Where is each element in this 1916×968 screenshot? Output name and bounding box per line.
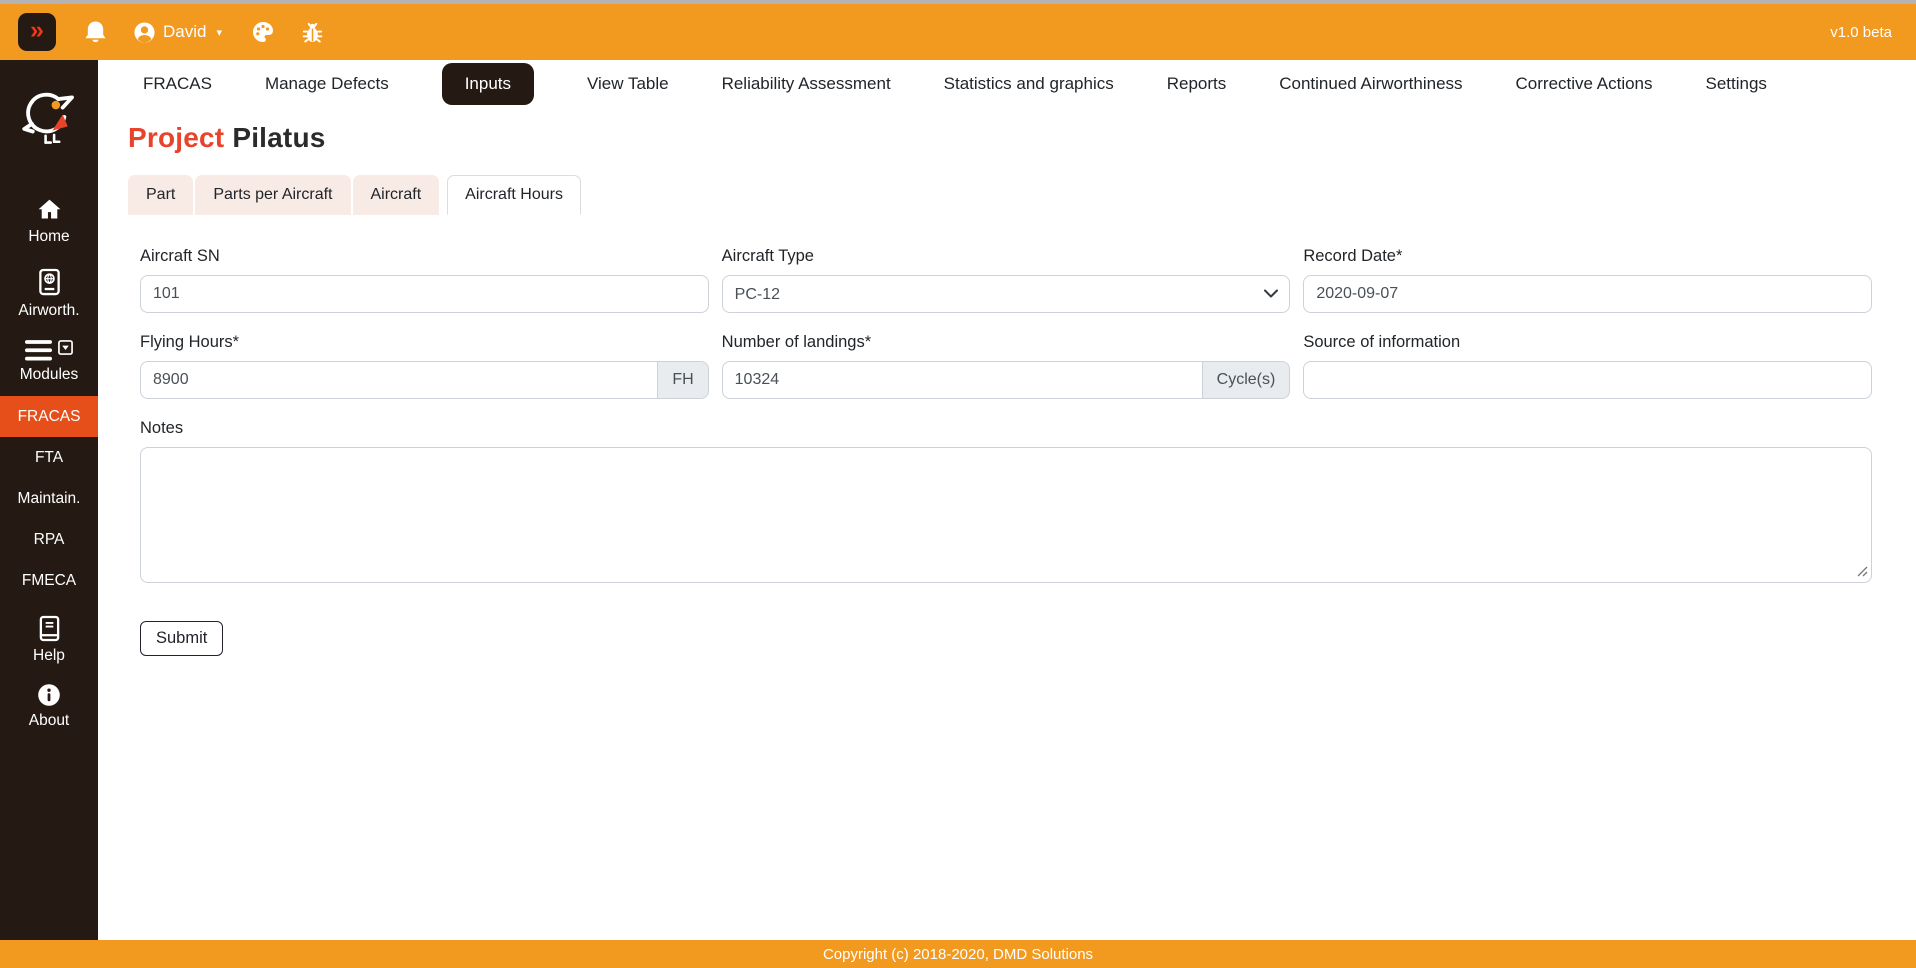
landings-label: Number of landings* xyxy=(722,333,1291,352)
source-label: Source of information xyxy=(1303,333,1872,352)
module-nav: FRACAS Manage Defects Inputs View Table … xyxy=(143,60,1767,108)
flying-hours-label: Flying Hours* xyxy=(140,333,709,352)
record-date-field: Record Date* xyxy=(1303,247,1872,313)
theme-button[interactable] xyxy=(251,20,275,44)
sidebar-item-label: Home xyxy=(28,228,69,246)
bug-report-button[interactable] xyxy=(300,20,325,45)
aircraft-type-field: Aircraft Type PC-12 xyxy=(722,247,1291,313)
nav-item-continued-airworthiness[interactable]: Continued Airworthiness xyxy=(1279,74,1462,94)
collapse-box-icon xyxy=(58,340,73,355)
modules-list: FRACAS FTA Maintain. RPA FMECA xyxy=(0,396,98,601)
passport-icon xyxy=(37,268,62,297)
flying-hours-input[interactable] xyxy=(140,361,658,399)
nav-item-reliability-assessment[interactable]: Reliability Assessment xyxy=(722,74,891,94)
tab-bar: Part Parts per Aircraft Aircraft Aircraf… xyxy=(128,175,1884,215)
aircraft-hours-form: Aircraft SN Aircraft Type PC-12 Record D… xyxy=(128,247,1884,656)
submit-row: Submit xyxy=(140,621,1872,656)
sidebar-item-label: About xyxy=(29,712,70,730)
nav-item-statistics-and-graphics[interactable]: Statistics and graphics xyxy=(944,74,1114,94)
sidebar-item-about[interactable]: About xyxy=(0,683,98,730)
nav-item-view-table[interactable]: View Table xyxy=(587,74,669,94)
sidebar-module-fta[interactable]: FTA xyxy=(0,437,98,478)
aircraft-sn-field: Aircraft SN xyxy=(140,247,709,313)
notes-label: Notes xyxy=(140,419,1872,438)
tab-parts-per-aircraft[interactable]: Parts per Aircraft xyxy=(195,175,350,215)
sidebar-module-fracas[interactable]: FRACAS xyxy=(0,396,98,437)
submit-button[interactable]: Submit xyxy=(140,621,223,656)
bell-icon xyxy=(83,20,108,45)
sidebar-item-home[interactable]: Home xyxy=(0,196,98,246)
record-date-input[interactable] xyxy=(1303,275,1872,313)
nav-item-inputs[interactable]: Inputs xyxy=(442,63,534,105)
nav-item-reports[interactable]: Reports xyxy=(1167,74,1227,94)
sidebar-module-rpa[interactable]: RPA xyxy=(0,519,98,560)
sidebar-item-modules[interactable]: Modules xyxy=(0,340,98,384)
aircraft-sn-label: Aircraft SN xyxy=(140,247,709,266)
landings-input[interactable] xyxy=(722,361,1203,399)
sidebar-item-airworthiness[interactable]: Airworth. xyxy=(0,268,98,320)
user-avatar-icon xyxy=(133,21,156,44)
bug-icon xyxy=(300,20,325,45)
sidebar-collapse-button[interactable]: » xyxy=(18,13,56,51)
aircraft-sn-input[interactable] xyxy=(140,275,709,313)
home-icon xyxy=(36,196,63,223)
aircraft-type-select[interactable]: PC-12 xyxy=(722,275,1291,313)
sidebar-module-maintain[interactable]: Maintain. xyxy=(0,478,98,519)
tab-aircraft-hours[interactable]: Aircraft Hours xyxy=(447,175,581,215)
top-header-bar: » David ▾ xyxy=(0,4,1916,60)
nav-item-corrective-actions[interactable]: Corrective Actions xyxy=(1516,74,1653,94)
footer-bar: Copyright (c) 2018-2020, DMD Solutions xyxy=(0,940,1916,968)
user-menu[interactable]: David ▾ xyxy=(133,21,222,44)
bird-logo-icon xyxy=(20,86,78,148)
chevron-down-icon: ▾ xyxy=(216,26,222,39)
palette-icon xyxy=(251,20,275,44)
copyright-text: Copyright (c) 2018-2020, DMD Solutions xyxy=(823,946,1093,963)
page-title-name: Pilatus xyxy=(232,122,325,153)
version-label: v1.0 beta xyxy=(1830,24,1892,41)
nav-item-fracas[interactable]: FRACAS xyxy=(143,74,212,94)
nav-item-settings[interactable]: Settings xyxy=(1705,74,1766,94)
aircraft-type-label: Aircraft Type xyxy=(722,247,1291,266)
notes-field: Notes xyxy=(140,419,1872,583)
info-icon xyxy=(37,683,61,707)
sidebar-item-label: Modules xyxy=(20,366,79,384)
sidebar-item-label: Airworth. xyxy=(18,302,79,320)
main-content: FRACAS Manage Defects Inputs View Table … xyxy=(98,60,1916,940)
notifications-button[interactable] xyxy=(83,20,108,45)
page-title-accent: Project xyxy=(128,122,224,153)
nav-item-manage-defects[interactable]: Manage Defects xyxy=(265,74,389,94)
tab-aircraft[interactable]: Aircraft xyxy=(353,175,440,215)
sidebar-item-help[interactable]: Help xyxy=(0,615,98,665)
record-date-label: Record Date* xyxy=(1303,247,1872,266)
source-field: Source of information xyxy=(1303,333,1872,399)
notes-textarea[interactable] xyxy=(140,447,1872,583)
resize-grip-icon[interactable] xyxy=(1857,566,1868,577)
flying-hours-field: Flying Hours* FH xyxy=(140,333,709,399)
app-logo[interactable] xyxy=(20,86,78,148)
sidebar: Home Airworth. Modules xyxy=(0,60,98,940)
source-input[interactable] xyxy=(1303,361,1872,399)
landings-unit-addon: Cycle(s) xyxy=(1203,361,1291,399)
flying-hours-unit-addon: FH xyxy=(658,361,708,399)
user-name: David xyxy=(163,22,206,42)
page-title: Project Pilatus xyxy=(128,122,1884,154)
tab-part[interactable]: Part xyxy=(128,175,193,215)
book-icon xyxy=(38,615,61,642)
sidebar-item-label: Help xyxy=(33,647,65,665)
sidebar-module-fmeca[interactable]: FMECA xyxy=(0,560,98,601)
hamburger-menu-icon xyxy=(25,340,52,361)
landings-field: Number of landings* Cycle(s) xyxy=(722,333,1291,399)
